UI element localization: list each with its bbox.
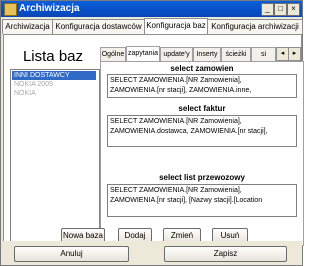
sql-line: ZAMOWIENIA.[nr stacji], [Nazwy stacji].[…: [110, 197, 263, 204]
list-item[interactable]: INNI DOSTAWCY: [12, 71, 96, 80]
sql-line: SELECT ZAMOWIENIA.[NR Zamowienia],: [110, 77, 242, 84]
select-zamowien-field[interactable]: SELECT ZAMOWIENIA.[NR Zamowienia], ZAMOW…: [107, 74, 297, 98]
label-select-zamowien: select zamowien: [170, 64, 234, 73]
minimize-button[interactable]: _: [261, 3, 274, 16]
list-item[interactable]: NOKIA 2009: [12, 80, 53, 89]
anuluj-button[interactable]: Anuluj: [14, 246, 129, 262]
lista-baz-title: Lista baz: [22, 48, 84, 65]
sql-line: SELECT ZAMOWIENIA.[NR Zamowienia],: [110, 118, 242, 125]
subtab-si[interactable]: si: [251, 47, 276, 61]
subtab-ogolne[interactable]: Ogólne: [100, 47, 126, 61]
label-select-list-przewozowy: select list przewozowy: [159, 173, 245, 182]
main-tabs: Archiwizacja Konfiguracja dostawców Konf…: [1, 18, 303, 35]
maximize-button[interactable]: □: [274, 3, 287, 16]
tab-scroll-right-icon[interactable]: ▸: [288, 47, 301, 61]
sql-line: ZAMOWIENIA.dostawca, ZAMOWIENIA.[nr stac…: [110, 128, 268, 135]
subtab-updatey[interactable]: update'y: [160, 47, 193, 61]
query-subtabs: Ogólne zapytania update'y Inserty ścieżk…: [100, 46, 302, 61]
close-button[interactable]: ×: [287, 3, 300, 16]
zapisz-button[interactable]: Zapisz: [164, 246, 287, 262]
konfiguracja-baz-panel: Lista baz INNI DOSTAWCY NOKIA 2009 NOKIA…: [3, 34, 304, 257]
zapytania-panel: select zamowien SELECT ZAMOWIENIA.[NR Za…: [100, 61, 304, 246]
sql-line: ZAMOWIENIA.[nr stacji], ZAMOWIENIA.inne,: [110, 87, 252, 94]
select-faktur-field[interactable]: SELECT ZAMOWIENIA.[NR Zamowienia], ZAMOW…: [107, 115, 297, 147]
subtab-zapytania[interactable]: zapytania: [126, 46, 160, 61]
label-select-faktur: select faktur: [178, 104, 226, 113]
subtab-sciezki[interactable]: ścieżki: [221, 47, 251, 61]
select-przewozowy-field[interactable]: SELECT ZAMOWIENIA.[NR Zamowienia], ZAMOW…: [107, 184, 297, 217]
subtab-inserty[interactable]: Inserty: [193, 47, 221, 61]
sql-line: SELECT ZAMOWIENIA.[NR Zamowienia],: [110, 187, 242, 194]
app-icon: [4, 3, 17, 16]
archiwizacja-window: Archiwizacja _ □ × Archiwizacja Konfigur…: [0, 0, 304, 266]
list-item[interactable]: NOKIA: [12, 89, 36, 98]
dialog-buttons: Anuluj Zapisz: [1, 241, 302, 265]
tab-konfiguracja-dostawcow[interactable]: Konfiguracja dostawców: [52, 19, 145, 34]
window-title: Archiwizacja: [19, 3, 80, 14]
tab-konfiguracja-baz[interactable]: Konfiguracja baz: [144, 18, 208, 35]
tab-konfiguracja-archiwizacji[interactable]: Konfiguracja archiwizacji: [207, 19, 303, 34]
title-bar[interactable]: Archiwizacja _ □ ×: [1, 1, 302, 17]
tab-archiwizacja[interactable]: Archiwizacja: [2, 19, 53, 34]
